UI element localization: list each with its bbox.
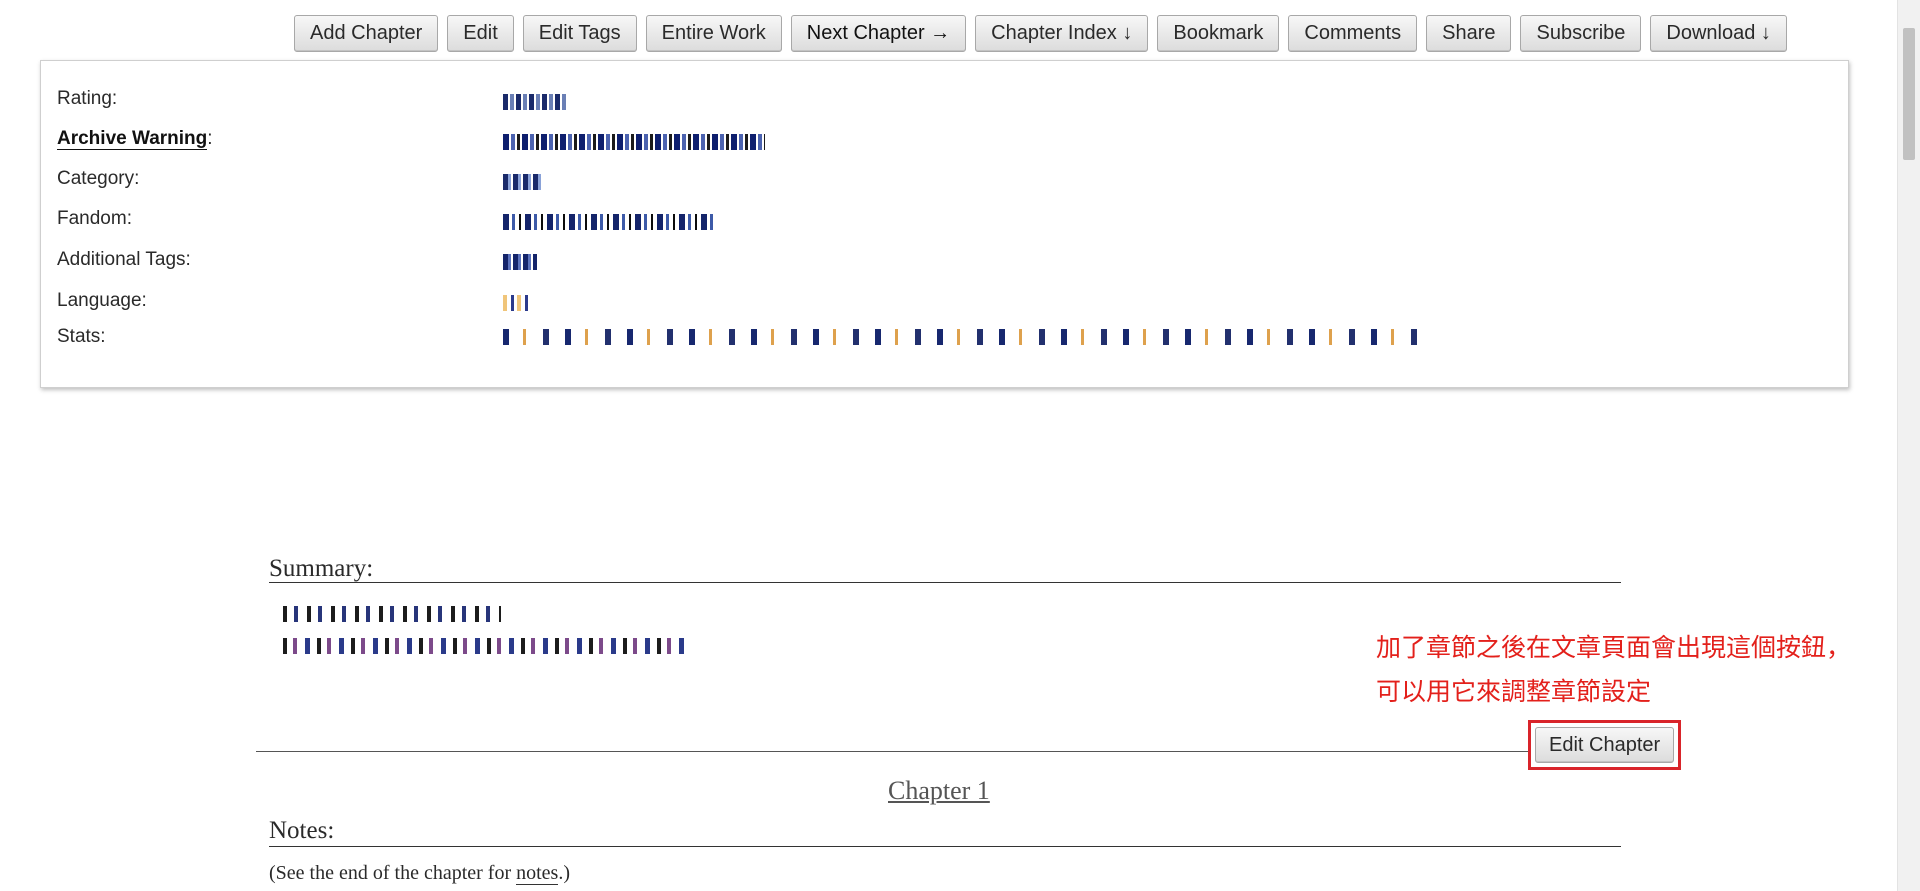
page-scrollbar[interactable] (1897, 0, 1920, 891)
work-meta-panel: Rating: Archive Warning: Category: Fando… (40, 60, 1849, 388)
notes-rule (269, 846, 1621, 847)
share-button[interactable]: Share (1426, 15, 1512, 52)
subscribe-button[interactable]: Subscribe (1520, 15, 1642, 52)
notes-prefix: (See the end of the chapter for (269, 862, 517, 884)
rating-value-redacted[interactable] (503, 94, 567, 110)
chapter-title-link[interactable]: Chapter 1 (888, 776, 990, 806)
archive-warning-link[interactable]: Archive Warning (57, 128, 208, 150)
notes-suffix: .) (558, 862, 570, 884)
additional-tags-value-redacted[interactable] (503, 254, 537, 270)
category-value-redacted[interactable] (503, 174, 543, 190)
language-label: Language: (57, 290, 147, 311)
edit-chapter-highlight: Edit Chapter (1528, 720, 1682, 770)
summary-line-1-redacted (283, 606, 501, 622)
summary-rule (269, 582, 1621, 583)
comments-button[interactable]: Comments (1288, 15, 1418, 52)
entire-work-button[interactable]: Entire Work (645, 15, 782, 52)
fandom-value-redacted[interactable] (503, 214, 717, 230)
language-value-redacted (503, 295, 529, 311)
edit-chapter-button[interactable]: Edit Chapter (1535, 727, 1675, 763)
notes-heading: Notes: (269, 817, 335, 844)
add-chapter-button[interactable]: Add Chapter (294, 15, 439, 52)
chapter-index-button[interactable]: Chapter Index ↓ (975, 15, 1149, 52)
category-label: Category: (57, 168, 140, 189)
bookmark-button[interactable]: Bookmark (1157, 15, 1280, 52)
scrollbar-thumb[interactable] (1903, 28, 1915, 160)
next-chapter-button[interactable]: Next Chapter → (790, 15, 967, 52)
chapter-separator (256, 751, 1528, 752)
archive-warning-label: Archive Warning: (57, 128, 213, 150)
archive-warning-colon: : (207, 128, 213, 149)
rating-label: Rating: (57, 88, 118, 109)
edit-button[interactable]: Edit (447, 15, 514, 52)
summary-heading: Summary: (269, 555, 374, 582)
edit-tags-button[interactable]: Edit Tags (522, 15, 637, 52)
annotation-text: 加了章節之後在文章頁面會出現這個按鈕，可以用它來調整章節設定 (1376, 633, 1852, 706)
download-button[interactable]: Download ↓ (1650, 15, 1787, 52)
stats-value-redacted (503, 329, 1423, 345)
additional-tags-label: Additional Tags: (57, 249, 191, 270)
fandom-label: Fandom: (57, 208, 132, 229)
notes-text: (See the end of the chapter for notes.) (269, 862, 570, 885)
end-notes-link[interactable]: notes (516, 862, 559, 885)
stats-label: Stats: (57, 326, 106, 347)
summary-line-2-redacted (283, 638, 685, 654)
work-actions-toolbar: Add Chapter Edit Edit Tags Entire Work N… (294, 15, 1787, 52)
archive-warning-value-redacted[interactable] (503, 134, 765, 150)
